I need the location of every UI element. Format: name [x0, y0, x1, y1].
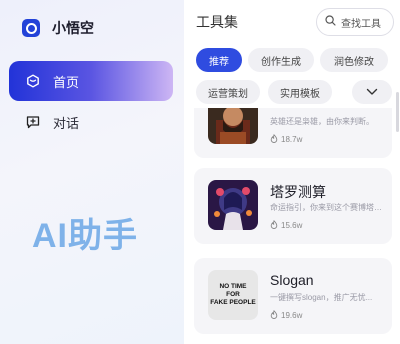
tool-title: 塔罗测算 — [270, 184, 326, 200]
usage-count: 18.7w — [270, 134, 302, 145]
nav-label-chat: 对话 — [53, 115, 80, 131]
page-title: 工具集 — [196, 14, 238, 30]
search-input[interactable]: 查找工具 — [316, 8, 394, 36]
tag-recommend[interactable]: 推荐 — [196, 48, 242, 72]
tool-thumbnail — [208, 108, 258, 144]
fire-icon — [270, 134, 278, 145]
tools-panel: 工具集 查找工具 推荐 创作生成 润色修改 运营策划 实用模板 英雄还是枭雄，由… — [184, 0, 400, 344]
sidebar: 小悟空 首页 对话 AI助手 — [0, 0, 184, 344]
tool-description: 命运指引，你来到这个赛博塔罗... — [270, 203, 382, 212]
tag-polish[interactable]: 润色修改 — [320, 48, 388, 72]
brand-name: 小悟空 — [52, 20, 94, 36]
tool-description: 一键撰写slogan，推广无忧... — [270, 293, 373, 302]
fire-icon — [270, 310, 278, 321]
watermark: AI助手 — [32, 217, 138, 255]
nav-item-chat[interactable]: 对话 — [9, 102, 173, 142]
tool-card[interactable]: 英雄还是枭雄，由你来判断。 18.7w — [194, 108, 392, 158]
search-icon — [325, 13, 336, 31]
nav-label-home: 首页 — [53, 74, 80, 90]
tool-thumbnail: NO TIME FOR FAKE PEOPLE — [208, 270, 258, 320]
scrollbar[interactable] — [396, 92, 399, 132]
chat-icon — [25, 114, 41, 130]
tag-operation[interactable]: 运营策划 — [196, 80, 260, 104]
search-placeholder: 查找工具 — [341, 18, 381, 30]
tool-card-tarot[interactable]: 塔罗测算 命运指引，你来到这个赛博塔罗... 15.6w — [194, 168, 392, 244]
more-tags-button[interactable] — [352, 80, 392, 104]
usage-count: 19.6w — [270, 310, 302, 321]
tool-description: 英雄还是枭雄，由你来判断。 — [270, 117, 374, 126]
app-logo-icon — [22, 19, 40, 37]
fire-icon — [270, 220, 278, 231]
tool-thumbnail — [208, 180, 258, 230]
chevron-down-icon — [366, 83, 378, 101]
tool-title: Slogan — [270, 272, 314, 288]
nav-item-home[interactable]: 首页 — [9, 61, 173, 101]
tool-card-slogan[interactable]: NO TIME FOR FAKE PEOPLE Slogan 一键撰写sloga… — [194, 258, 392, 334]
usage-count: 15.6w — [270, 220, 302, 231]
tool-list: 英雄还是枭雄，由你来判断。 18.7w 塔罗测算 命运指引，你来到这个赛博塔罗.… — [194, 108, 394, 344]
tag-template[interactable]: 实用模板 — [268, 80, 332, 104]
tag-creation[interactable]: 创作生成 — [248, 48, 314, 72]
brand[interactable]: 小悟空 — [22, 18, 94, 38]
cube-icon — [25, 73, 41, 89]
